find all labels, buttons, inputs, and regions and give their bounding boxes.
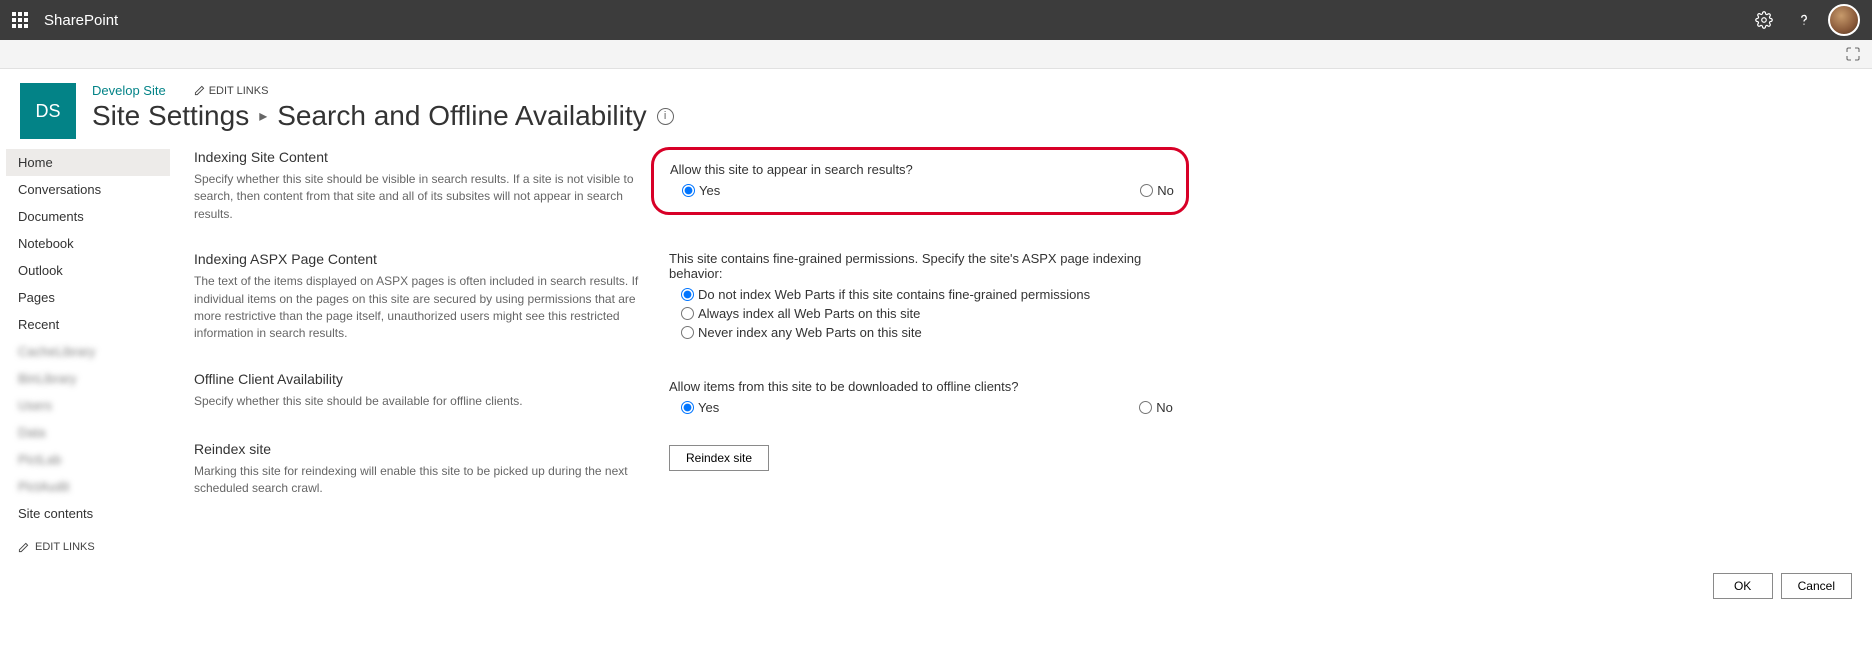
radio-input[interactable] [681,288,694,301]
radio-label: Always index all Web Parts on this site [698,306,920,321]
edit-links-bottom[interactable]: EDIT LINKS [6,527,170,567]
radio-aspx-option-2[interactable]: Never index any Web Parts on this site [681,325,1189,340]
radio-aspx-option-1[interactable]: Always index all Web Parts on this site [681,306,1189,321]
nav-item[interactable]: Home [6,149,170,176]
app-name: SharePoint [44,12,118,29]
question-offline: Allow items from this site to be downloa… [669,379,1189,394]
nav-item[interactable]: PictLab [6,446,170,473]
section-heading: Indexing ASPX Page Content [194,251,649,267]
section-description: The text of the items displayed on ASPX … [194,273,649,343]
radio-aspx-option-0[interactable]: Do not index Web Parts if this site cont… [681,287,1189,302]
page-title-text: Search and Offline Availability [277,100,646,132]
info-button[interactable]: i [657,108,674,125]
settings-button[interactable] [1744,0,1784,40]
edit-links-bottom-label: EDIT LINKS [35,541,95,553]
radio-input[interactable] [1140,184,1153,197]
nav-item[interactable]: PictAudit [6,473,170,500]
section-heading: Offline Client Availability [194,371,649,387]
section-reindex: Reindex site Marking this site for reind… [194,441,649,498]
ribbon-bar [0,40,1872,69]
nav-item[interactable]: Documents [6,203,170,230]
breadcrumb-separator-icon: ▸ [259,106,267,126]
radio-label: Never index any Web Parts on this site [698,325,922,340]
pencil-icon [18,542,29,553]
focus-icon [1845,46,1861,62]
nav-item[interactable]: Users [6,392,170,419]
help-button[interactable] [1784,0,1824,40]
radio-input[interactable] [682,184,695,197]
nav-item[interactable]: Site contents [6,500,170,527]
radio-input[interactable] [681,326,694,339]
question-icon [1795,11,1813,29]
radio-offline-no[interactable]: No [1139,400,1173,415]
section-indexing-aspx: Indexing ASPX Page Content The text of t… [194,251,649,343]
nav-item[interactable]: Notebook [6,230,170,257]
radio-allow-search-yes[interactable]: Yes [682,183,720,198]
radio-allow-search-no[interactable]: No [1140,183,1174,198]
ok-button[interactable]: OK [1713,573,1773,599]
section-description: Marking this site for reindexing will en… [194,463,649,498]
radio-offline-yes[interactable]: Yes [681,400,719,415]
section-offline: Offline Client Availability Specify whet… [194,371,649,410]
nav-item[interactable]: Data [6,419,170,446]
radio-label: No [1157,183,1174,198]
question-aspx-behavior: This site contains fine-grained permissi… [669,251,1189,281]
section-heading: Reindex site [194,441,649,457]
radio-label: Yes [698,400,719,415]
page-header: DS Develop Site EDIT LINKS Site Settings… [0,69,1872,149]
waffle-icon [12,12,28,28]
pencil-icon [194,85,205,96]
edit-links-label: EDIT LINKS [209,85,269,97]
suite-bar: SharePoint [0,0,1872,40]
section-description: Specify whether this site should be visi… [194,171,649,223]
nav-item[interactable]: Outlook [6,257,170,284]
app-launcher-button[interactable] [0,0,40,40]
nav-item[interactable]: Pages [6,284,170,311]
section-heading: Indexing Site Content [194,149,649,165]
section-indexing-site: Indexing Site Content Specify whether th… [194,149,649,223]
focus-content-button[interactable] [1842,43,1864,65]
info-icon: i [664,110,666,122]
section-description: Specify whether this site should be avai… [194,393,649,410]
left-nav: HomeConversationsDocumentsNotebookOutloo… [6,149,170,567]
nav-item[interactable]: BinLibrary [6,365,170,392]
breadcrumb-root[interactable]: Site Settings [92,100,249,132]
site-link[interactable]: Develop Site [92,83,166,98]
radio-input[interactable] [1139,401,1152,414]
radio-input[interactable] [681,401,694,414]
radio-label: Do not index Web Parts if this site cont… [698,287,1090,302]
gear-icon [1755,11,1773,29]
reindex-button[interactable]: Reindex site [669,445,769,471]
footer-buttons: OK Cancel [0,567,1872,619]
cancel-button[interactable]: Cancel [1781,573,1852,599]
radio-input[interactable] [681,307,694,320]
settings-content: Indexing Site Content Specify whether th… [170,149,1872,526]
user-avatar[interactable] [1828,4,1860,36]
page-title: Site Settings ▸ Search and Offline Avail… [92,100,674,132]
site-logo[interactable]: DS [20,83,76,139]
radio-label: Yes [699,183,720,198]
nav-item[interactable]: Conversations [6,176,170,203]
radio-label: No [1156,400,1173,415]
question-allow-search: Allow this site to appear in search resu… [670,162,1170,177]
edit-links-top[interactable]: EDIT LINKS [194,85,269,97]
nav-item[interactable]: CacheLibrary [6,338,170,365]
highlight-annotation: Allow this site to appear in search resu… [651,147,1189,215]
nav-item[interactable]: Recent [6,311,170,338]
